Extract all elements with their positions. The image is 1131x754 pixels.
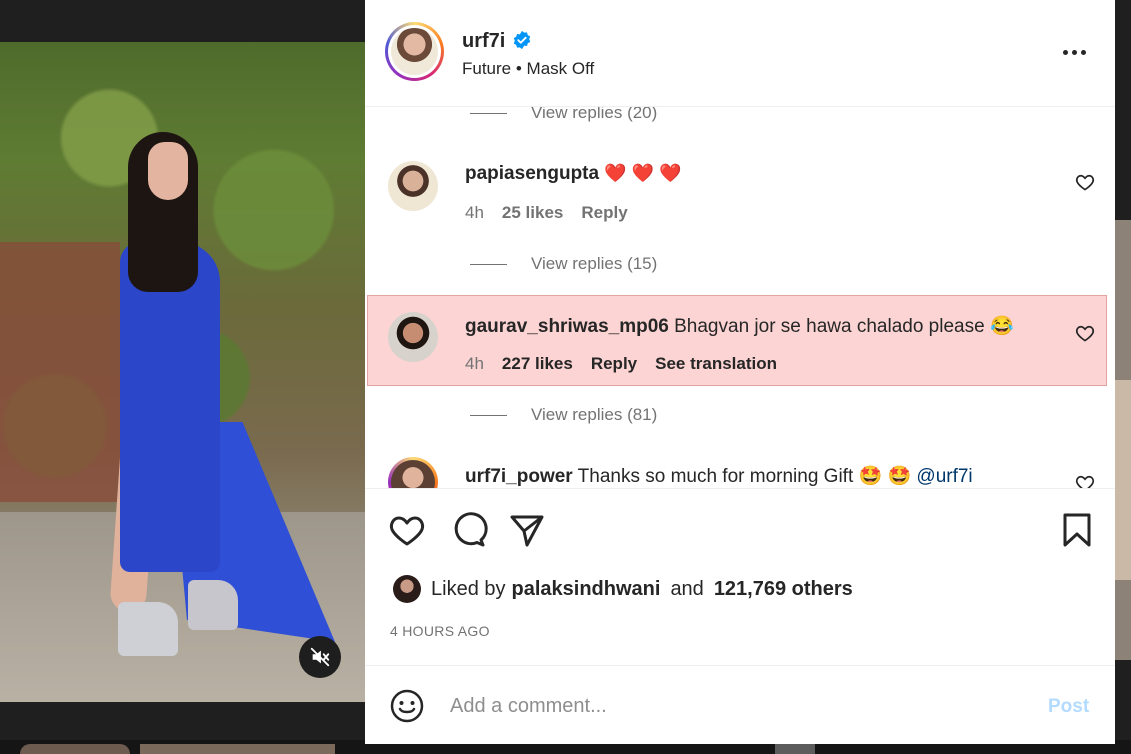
liker-avatar[interactable] [393, 575, 421, 603]
more-options-button[interactable] [1059, 42, 1089, 62]
audio-track[interactable]: Future • Mask Off [462, 59, 594, 79]
comments-list[interactable]: View replies (20) papiasengupta ❤️ ❤️ ❤️… [365, 107, 1115, 489]
add-comment-bar: Post [365, 665, 1115, 744]
view-replies-button[interactable]: View replies (15) [470, 254, 657, 274]
like-comment-icon[interactable] [1075, 473, 1095, 489]
backdrop-right-edge-lower [1115, 380, 1131, 580]
silver-heel [118, 602, 178, 656]
post-header: urf7i Future • Mask Off [365, 0, 1115, 107]
author-avatar[interactable] [385, 22, 444, 81]
post-video[interactable] [0, 42, 365, 702]
view-replies-button[interactable]: View replies (20) [470, 107, 657, 123]
more-horizontal-icon [1062, 49, 1068, 55]
comment-text: Thanks so much for morning Gift 🤩 🤩 [577, 466, 912, 487]
like-comment-icon[interactable] [1075, 323, 1095, 343]
share-send-icon[interactable] [507, 510, 547, 550]
emoji-smiley-icon[interactable] [389, 688, 425, 724]
mute-button[interactable] [299, 636, 341, 678]
liked-by-and: and [670, 577, 704, 600]
author-username[interactable]: urf7i [462, 30, 505, 53]
post-comment-button[interactable]: Post [1048, 696, 1089, 718]
speaker-muted-icon [310, 647, 330, 667]
silver-heel [188, 580, 238, 630]
comment-likes[interactable]: 25 likes [502, 203, 563, 223]
view-replies-button[interactable]: View replies (81) [470, 405, 657, 425]
backdrop-thumbnail [775, 744, 815, 754]
commenter-username[interactable]: gaurav_shriwas_mp06 [465, 316, 669, 337]
post-detail-panel: urf7i Future • Mask Off View replies (20… [365, 0, 1115, 744]
liked-by-prefix: Liked by [431, 577, 506, 600]
save-bookmark-icon[interactable] [1057, 510, 1097, 550]
reply-button[interactable]: Reply [581, 203, 627, 223]
commenter-avatar[interactable] [388, 161, 438, 211]
figure-face [148, 142, 188, 200]
mention-link[interactable]: @urf7i [916, 466, 972, 487]
verified-badge-icon [513, 30, 531, 50]
comment-text: ❤️ ❤️ ❤️ [604, 163, 682, 183]
comment-input[interactable] [450, 690, 1010, 722]
comment-time: 4h [465, 354, 484, 373]
commenter-username[interactable]: urf7i_power [465, 466, 573, 487]
like-heart-icon[interactable] [387, 510, 427, 550]
likes-summary: Liked by palaksindhwani and 121,769 othe… [393, 575, 853, 603]
post-timestamp[interactable]: 4 HOURS AGO [390, 623, 490, 639]
comment-likes[interactable]: 227 likes [502, 354, 573, 374]
like-comment-icon[interactable] [1075, 172, 1095, 192]
post-actions [365, 510, 1115, 550]
comment-time: 4h [465, 203, 484, 222]
backdrop-thumbnail [140, 744, 335, 754]
commenter-username[interactable]: papiasengupta [465, 163, 599, 184]
brick-wall [0, 242, 120, 502]
liked-by-user[interactable]: palaksindhwani [512, 578, 661, 601]
commenter-avatar[interactable] [388, 312, 438, 362]
see-translation-button[interactable]: See translation [655, 354, 777, 374]
commenter-avatar[interactable] [388, 457, 438, 488]
comment-text: Bhagvan jor se hawa chalado please 😂 [674, 316, 1014, 337]
backdrop-thumbnail [20, 744, 130, 754]
comment-bubble-icon[interactable] [448, 510, 488, 550]
likes-count[interactable]: 121,769 others [714, 578, 853, 601]
reply-button[interactable]: Reply [591, 354, 637, 374]
